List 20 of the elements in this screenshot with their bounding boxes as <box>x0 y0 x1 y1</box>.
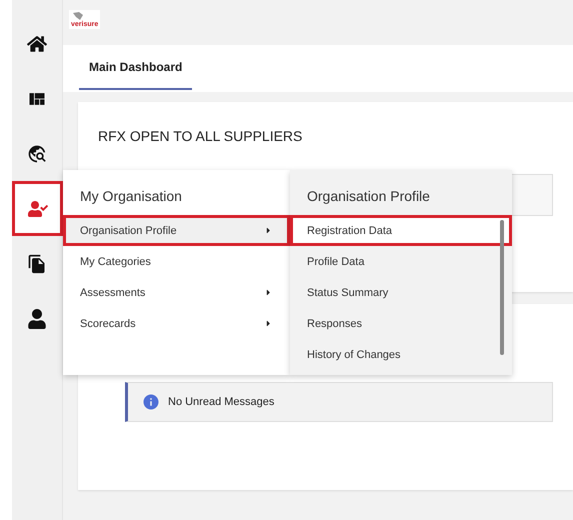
menu-title: Organisation Profile <box>306 188 431 206</box>
user-icon <box>27 308 47 328</box>
info-icon <box>142 393 160 411</box>
home-icon <box>27 34 47 54</box>
menu-item[interactable]: Assessments <box>63 277 290 308</box>
globe-search-icon <box>27 144 47 164</box>
scrollbar-thumb[interactable] <box>500 220 504 355</box>
card-title: RFX OPEN TO ALL SUPPLIERS <box>98 128 304 144</box>
submenu-item[interactable]: History of Changes <box>290 339 512 370</box>
menu-title: My Organisation <box>79 188 183 206</box>
submenu-item[interactable]: Profile Data <box>290 246 512 277</box>
message-text: No Unread Messages <box>168 396 274 408</box>
submenu-item[interactable]: Status Summary <box>290 277 512 308</box>
menu-item[interactable]: Organisation Profile <box>63 215 290 246</box>
menu-item[interactable]: Scorecards <box>63 308 290 339</box>
submenu-item[interactable]: Responses <box>290 308 512 339</box>
submenu-item[interactable]: Registration Data <box>290 215 512 246</box>
user-check-icon <box>28 198 48 218</box>
menu-item[interactable]: My Categories <box>63 246 290 277</box>
documents-icon <box>27 254 47 274</box>
